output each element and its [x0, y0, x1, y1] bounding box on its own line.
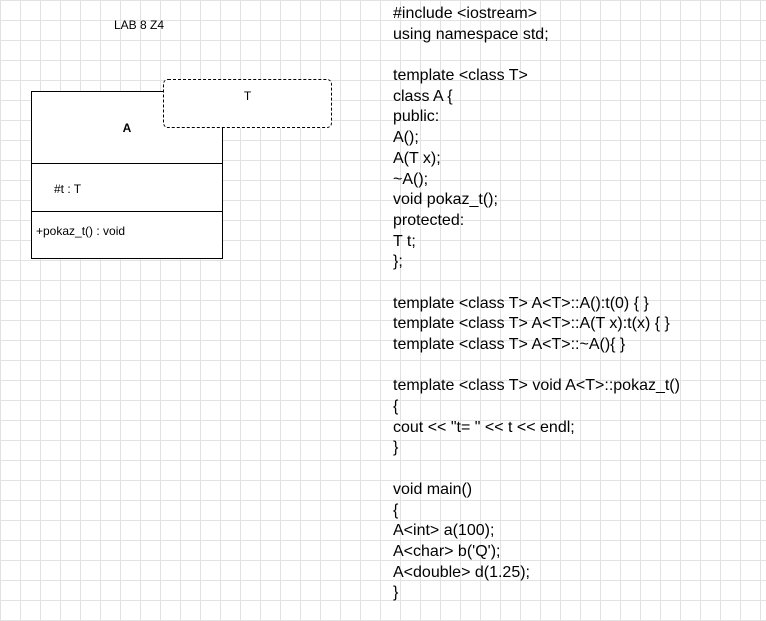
code-line: template <class T> A<T>::~A(){ } — [393, 336, 626, 353]
uml-operations-compartment: +pokaz_t() : void — [32, 212, 222, 258]
code-line: #include <iostream> — [393, 5, 538, 22]
code-line: void pokaz_t(); — [393, 191, 498, 209]
code-line: A<double> d(1.25); — [393, 563, 530, 581]
uml-operation-pokaz-t: +pokaz_t() : void — [36, 224, 126, 238]
code-line: template <class T> A<T>::A(T x):t(x) { } — [393, 315, 670, 333]
code-line: A<char> b('Q'); — [393, 542, 501, 560]
code-line: ~A(); — [393, 170, 429, 188]
code-line: template <class T> void A<T>::pokaz_t() — [393, 377, 680, 395]
code-line: class A { — [393, 87, 453, 105]
code-line: A(T x); — [393, 149, 441, 167]
code-line: template <class T> — [393, 67, 528, 85]
code-line: cout << "t= " << t << endl; — [393, 418, 575, 436]
code-line: protected: — [393, 211, 465, 229]
code-line: }; — [393, 253, 403, 271]
uml-template-parameter-box[interactable]: T — [163, 79, 332, 128]
code-line: A(); — [393, 129, 419, 147]
code-line: T t; — [393, 232, 416, 250]
code-line: A<int> a(100); — [393, 522, 495, 540]
code-line: void main() — [393, 480, 473, 498]
uml-attributes-compartment: #t : T — [32, 164, 222, 212]
uml-attribute-t: #t : T — [54, 182, 82, 196]
code-line: } — [393, 439, 399, 457]
code-line: using namespace std; — [393, 25, 549, 43]
uml-template-parameter-text: T — [243, 89, 252, 103]
diagram-title: LAB 8 Z4 — [114, 18, 165, 32]
code-line: } — [393, 584, 399, 602]
code-line: { — [393, 501, 399, 519]
code-line: public: — [393, 108, 440, 126]
source-code-block: #include <iostream> using namespace std; t… — [393, 4, 680, 604]
code-line: template <class T> A<T>::A():t(0) { } — [393, 294, 649, 312]
code-line: { — [393, 398, 399, 416]
uml-class-name-text: A — [122, 120, 132, 135]
